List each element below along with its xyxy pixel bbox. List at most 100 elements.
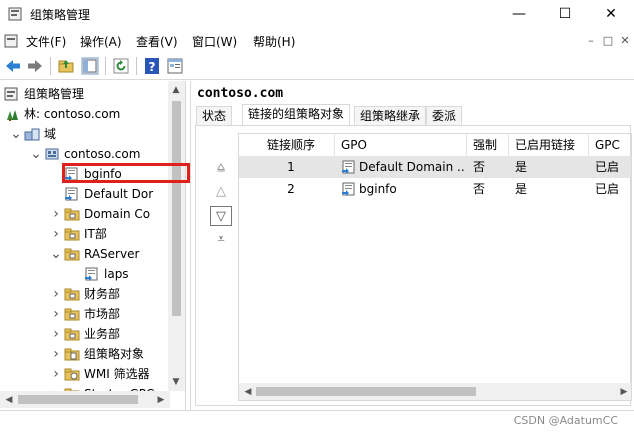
back-arrow-icon[interactable]: [4, 57, 22, 75]
scroll-up-icon[interactable]: ▲: [169, 83, 183, 97]
up-folder-icon[interactable]: [57, 57, 75, 75]
scroll-right-icon[interactable]: ▶: [154, 393, 168, 407]
mdi-restore-button[interactable]: □: [601, 34, 615, 48]
tree-item-label: Default Dor: [84, 187, 154, 201]
scroll-right-icon[interactable]: ▶: [617, 385, 631, 399]
collapse-chevron-icon[interactable]: ›: [50, 224, 62, 244]
cell-status: 已启: [595, 182, 620, 196]
help-icon[interactable]: ?: [143, 57, 161, 75]
column-header-4[interactable]: GPC: [589, 134, 631, 156]
menu-help[interactable]: 帮助(H): [253, 33, 295, 50]
tree-item-5[interactable]: Default Dor: [0, 184, 168, 204]
cell-enabled: 是: [515, 182, 528, 196]
tree-item-label: 林: contoso.com: [24, 107, 121, 121]
refresh-icon[interactable]: [112, 57, 130, 75]
window-title: 组策略管理: [30, 8, 91, 22]
collapse-chevron-icon[interactable]: ›: [50, 364, 62, 384]
wmi-folder-icon: [64, 368, 80, 381]
toolbar-separator: [105, 57, 106, 75]
grid-horizontal-scroll-thumb[interactable]: [256, 387, 476, 396]
collapse-chevron-icon[interactable]: ›: [50, 204, 62, 224]
tree-item-6[interactable]: › Domain Co: [0, 204, 168, 224]
minimize-button[interactable]: —: [496, 0, 542, 28]
system-menu-icon[interactable]: [4, 33, 20, 49]
cell-gpo: Default Domain ...: [359, 160, 465, 174]
tree-item-12[interactable]: › 业务部: [0, 324, 168, 344]
tree-item-8[interactable]: ⌄ RAServer: [0, 244, 168, 264]
tree-item-label: Domain Co: [84, 207, 151, 221]
move-bottom-icon[interactable]: ⩡: [210, 230, 232, 250]
collapse-chevron-icon[interactable]: ›: [50, 284, 62, 304]
table-row[interactable]: 1 Default Domain ... 否 是 已启: [239, 156, 631, 178]
ou-icon: [64, 288, 80, 301]
column-header-3[interactable]: 已启用链接: [509, 134, 589, 156]
column-header-0[interactable]: 链接顺序: [239, 134, 335, 156]
expand-chevron-icon[interactable]: ⌄: [0, 104, 2, 124]
ou-icon: [64, 228, 80, 241]
tree-item-14[interactable]: › WMI 筛选器: [0, 364, 168, 384]
tree-item-label: 财务部: [84, 287, 121, 301]
collapse-chevron-icon[interactable]: ›: [50, 344, 62, 364]
linked-gpo-panel: ⩠ △ ▽ ⩡ 链接顺序 GPO 强制 已启用链接 GPC 1 Default Domai…: [195, 125, 632, 406]
details-title: contoso.com: [197, 86, 284, 101]
menu-file[interactable]: 文件(F): [26, 33, 66, 50]
expand-chevron-icon[interactable]: ⌄: [30, 144, 42, 164]
move-top-icon[interactable]: ⩠: [210, 158, 232, 178]
table-row[interactable]: 2 bginfo 否 是 已启: [239, 178, 631, 200]
gpo-folder-icon: [64, 348, 80, 361]
tree-item-label: 域: [44, 127, 57, 141]
tree-item-0[interactable]: 组策略管理: [0, 84, 168, 104]
maximize-button[interactable]: ☐: [542, 0, 588, 28]
expand-chevron-icon[interactable]: ⌄: [50, 244, 62, 264]
column-header-1[interactable]: GPO: [335, 134, 467, 156]
menu-action[interactable]: 操作(A): [80, 33, 122, 50]
tree-item-3[interactable]: ⌄ contoso.com: [0, 144, 168, 164]
scroll-left-icon[interactable]: ◀: [2, 393, 16, 407]
svg-text:?: ?: [149, 60, 156, 74]
tree-item-2[interactable]: ⌄ 域: [0, 124, 168, 144]
collapse-chevron-icon[interactable]: ›: [50, 324, 62, 344]
mdi-minimize-button[interactable]: –: [584, 34, 598, 48]
tree-horizontal-scrollbar[interactable]: ◀ ▶: [0, 391, 170, 408]
cell-enforced: 否: [473, 160, 486, 174]
toolbar: ?: [0, 52, 634, 80]
details-pane: contoso.com 状态 链接的组策略对象 组策略继承 委派 ⩠ △ ▽ ⩡ 链接…: [190, 81, 634, 410]
move-up-icon[interactable]: △: [210, 182, 232, 202]
show-hide-tree-icon[interactable]: [81, 57, 99, 75]
tree-item-11[interactable]: › 市场部: [0, 304, 168, 324]
ou-icon: [64, 248, 80, 261]
cell-status: 已启: [595, 160, 620, 174]
title-bar: 组策略管理 — ☐ ✕: [0, 0, 634, 28]
console-tree: 组策略管理⌄林: contoso.com⌄域⌄contoso.combginfo…: [0, 81, 186, 410]
tree-item-label: 业务部: [84, 327, 121, 341]
menu-view[interactable]: 查看(V): [136, 33, 178, 50]
tree-item-1[interactable]: ⌄ 林: contoso.com: [0, 104, 168, 124]
grid-horizontal-scrollbar[interactable]: ◀ ▶: [239, 383, 631, 400]
tree-item-10[interactable]: › 财务部: [0, 284, 168, 304]
tree-vertical-scroll-thumb[interactable]: [172, 101, 181, 316]
move-down-icon[interactable]: ▽: [210, 206, 232, 226]
properties-icon[interactable]: [166, 57, 184, 75]
tree-item-label: IT部: [84, 227, 107, 241]
tab-1[interactable]: 链接的组策略对象: [242, 104, 351, 126]
tree-vertical-scrollbar[interactable]: ▲ ▼: [168, 81, 185, 391]
mdi-close-button[interactable]: ✕: [618, 34, 632, 48]
tab-0[interactable]: 状态: [196, 106, 233, 126]
linked-gpo-grid: 链接顺序 GPO 强制 已启用链接 GPC 1 Default Domain ... 否是已…: [238, 133, 632, 401]
scroll-down-icon[interactable]: ▼: [169, 375, 183, 389]
scroll-left-icon[interactable]: ◀: [241, 385, 255, 399]
tree-item-7[interactable]: › IT部: [0, 224, 168, 244]
menu-window[interactable]: 窗口(W): [192, 33, 237, 50]
tab-3[interactable]: 委派: [426, 106, 463, 126]
tree-horizontal-scroll-thumb[interactable]: [18, 395, 138, 404]
gpo-link-icon: [342, 160, 355, 174]
collapse-chevron-icon[interactable]: ›: [50, 304, 62, 324]
tree-item-13[interactable]: › 组策略对象: [0, 344, 168, 364]
forward-arrow-icon[interactable]: [26, 57, 44, 75]
tree-item-label: laps: [104, 267, 129, 281]
tab-2[interactable]: 组策略继承: [354, 106, 427, 126]
expand-chevron-icon[interactable]: ⌄: [10, 124, 22, 144]
close-button[interactable]: ✕: [588, 0, 634, 28]
tree-item-9[interactable]: laps: [0, 264, 168, 284]
column-header-2[interactable]: 强制: [467, 134, 509, 156]
